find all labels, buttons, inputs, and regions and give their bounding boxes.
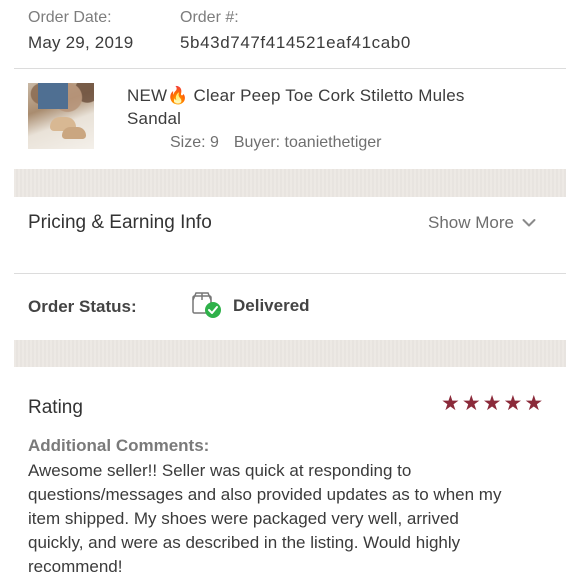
- order-status-value: Delivered: [233, 296, 310, 315]
- show-more-label: Show More: [428, 213, 514, 232]
- section-separator: [14, 340, 566, 367]
- comment-text: Awesome seller!! Seller was quick at res…: [28, 459, 573, 579]
- chevron-down-icon: [522, 218, 536, 228]
- product-thumbnail[interactable]: [28, 83, 94, 149]
- divider: [14, 273, 566, 274]
- comment-line: questions/messages and also provided upd…: [28, 485, 502, 504]
- star-icon: ★: [482, 392, 502, 415]
- additional-comments-label: Additional Comments:: [28, 436, 210, 455]
- comment-line: item shipped. My shoes were packaged ver…: [28, 509, 459, 528]
- comment-line: recommend!: [28, 557, 123, 576]
- comment-line: quickly, and were as described in the li…: [28, 533, 461, 552]
- buyer-value[interactable]: toaniethetiger: [285, 134, 382, 151]
- order-number-label: Order #:: [180, 9, 239, 26]
- comment-line: Awesome seller!! Seller was quick at res…: [28, 461, 412, 480]
- delivered-box-icon: [191, 291, 223, 324]
- order-date-label: Order Date:: [28, 9, 112, 26]
- star-icon: ★: [441, 392, 460, 415]
- order-number-value: 5b43d747f414521eaf41cab0: [180, 33, 411, 52]
- item-size: Size: 9 Buyer: toaniethetiger: [170, 134, 382, 152]
- buyer-label: Buyer:: [233, 134, 281, 151]
- star-icon: ★: [524, 392, 544, 415]
- order-date-value: May 29, 2019: [28, 33, 134, 52]
- pricing-title: Pricing & Earning Info: [28, 212, 212, 233]
- rating-title: Rating: [28, 397, 83, 418]
- size-value: 9: [210, 134, 219, 151]
- star-icon: ★: [503, 392, 523, 415]
- item-title-line2[interactable]: Sandal: [127, 109, 181, 129]
- star-icon: ★: [461, 392, 481, 415]
- section-separator: [14, 169, 566, 197]
- size-label: Size:: [170, 134, 206, 151]
- rating-stars: ★ ★ ★ ★ ★: [441, 393, 543, 414]
- show-more-button[interactable]: Show More: [428, 213, 536, 233]
- divider: [14, 68, 566, 69]
- item-title-line1[interactable]: NEW🔥 Clear Peep Toe Cork Stiletto Mules: [127, 86, 465, 106]
- order-status-label: Order Status:: [28, 297, 137, 316]
